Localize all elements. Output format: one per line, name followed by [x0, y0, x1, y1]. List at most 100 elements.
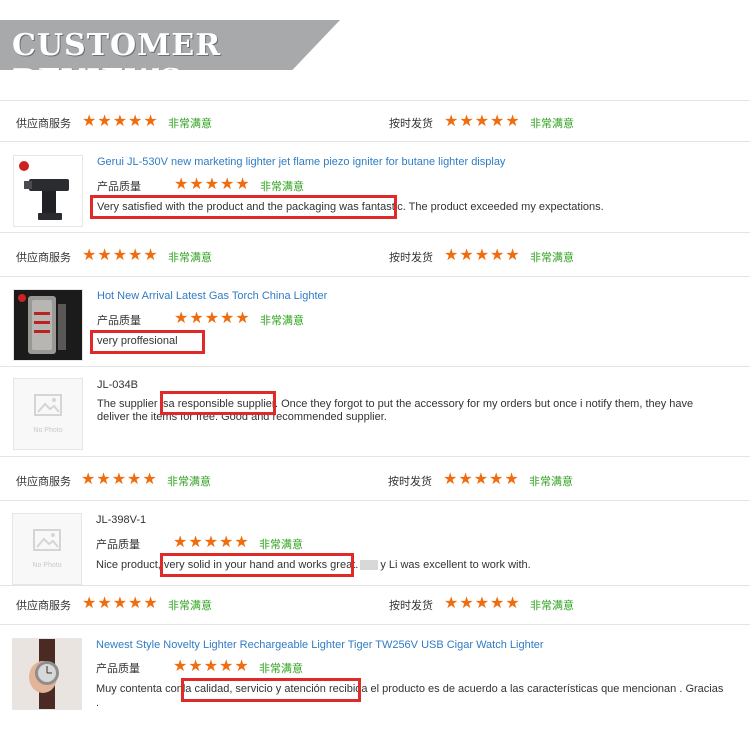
divider	[0, 141, 750, 142]
shipping-rating-stars: ★★★★★	[444, 113, 521, 130]
product-name: JL-034B	[97, 379, 138, 391]
star-icon: ★	[505, 245, 520, 264]
star-icon: ★	[174, 308, 189, 327]
ontime-shipping-label: 按时发货	[389, 252, 433, 264]
satisfaction-label: 非常满意	[167, 476, 211, 488]
star-icon: ★	[489, 469, 504, 488]
torch-lighter-photo[interactable]	[13, 155, 83, 227]
star-icon: ★	[219, 656, 234, 675]
star-icon: ★	[459, 245, 474, 264]
star-icon: ★	[143, 593, 158, 612]
star-icon: ★	[142, 469, 157, 488]
star-icon: ★	[234, 532, 249, 551]
satisfaction-label: 非常满意	[529, 476, 573, 488]
satisfaction-label: 非常满意	[530, 252, 574, 264]
supplier-rating-stars: ★★★★★	[82, 247, 159, 264]
section-banner: CUSTOMER REVIEWS	[0, 20, 340, 70]
star-icon: ★	[111, 469, 127, 488]
star-icon: ★	[188, 532, 203, 551]
star-icon: ★	[189, 174, 204, 193]
product-quality-label: 产品质量	[97, 181, 141, 193]
star-icon: ★	[474, 245, 490, 264]
star-icon: ★	[203, 532, 219, 551]
star-icon: ★	[97, 111, 112, 130]
supplier-rating-stars: ★★★★★	[82, 113, 159, 130]
shipping-rating-stars: ★★★★★	[443, 471, 520, 488]
satisfaction-label: 非常满意	[260, 181, 304, 193]
product-link[interactable]: Newest Style Novelty Lighter Rechargeabl…	[96, 639, 544, 651]
star-icon: ★	[220, 308, 235, 327]
star-icon: ★	[444, 593, 459, 612]
divider	[0, 232, 750, 233]
star-icon: ★	[473, 469, 489, 488]
satisfaction-label: 非常满意	[168, 118, 212, 130]
star-icon: ★	[143, 111, 158, 130]
star-icon: ★	[112, 245, 128, 264]
star-icon: ★	[112, 111, 128, 130]
star-icon: ★	[127, 469, 142, 488]
supplier-service-label: 供应商服务	[16, 252, 71, 264]
star-icon: ★	[234, 656, 249, 675]
watch-lighter-photo[interactable]	[12, 638, 82, 710]
star-icon: ★	[82, 245, 97, 264]
star-icon: ★	[505, 593, 520, 612]
star-icon: ★	[128, 111, 143, 130]
quality-rating-stars: ★★★★★	[174, 176, 251, 193]
supplier-service-label: 供应商服务	[16, 118, 71, 130]
star-icon: ★	[96, 469, 111, 488]
section-title: CUSTOMER REVIEWS	[12, 28, 222, 98]
star-icon: ★	[219, 532, 234, 551]
star-icon: ★	[173, 656, 188, 675]
star-icon: ★	[82, 593, 97, 612]
product-link[interactable]: Gerui JL-530V new marketing lighter jet …	[97, 156, 505, 168]
satisfaction-label: 非常满意	[259, 539, 303, 551]
supplier-rating-stars: ★★★★★	[81, 471, 158, 488]
star-icon: ★	[128, 593, 143, 612]
ontime-shipping-label: 按时发货	[388, 476, 432, 488]
star-icon: ★	[174, 174, 189, 193]
divider	[0, 276, 750, 277]
divider	[0, 100, 750, 101]
supplier-service-label: 供应商服务	[16, 476, 71, 488]
star-icon: ★	[474, 111, 490, 130]
gas-torch-lighter-photo[interactable]	[13, 289, 83, 361]
star-icon: ★	[490, 593, 505, 612]
quality-rating-stars: ★★★★★	[173, 534, 250, 551]
star-icon: ★	[459, 593, 474, 612]
highlight-box	[181, 678, 361, 702]
star-icon: ★	[188, 656, 203, 675]
redacted-name	[360, 560, 379, 571]
star-icon: ★	[235, 174, 250, 193]
star-icon: ★	[97, 245, 112, 264]
satisfaction-label: 非常满意	[168, 252, 212, 264]
satisfaction-label: 非常满意	[259, 663, 303, 675]
supplier-rating-stars: ★★★★★	[82, 595, 159, 612]
highlight-box	[90, 195, 397, 219]
star-icon: ★	[189, 308, 204, 327]
star-icon: ★	[81, 469, 96, 488]
no-photo-icon: No Photo	[12, 513, 82, 585]
star-icon: ★	[143, 245, 158, 264]
star-icon: ★	[204, 308, 220, 327]
star-icon: ★	[444, 111, 459, 130]
divider	[0, 585, 750, 586]
star-icon: ★	[474, 593, 490, 612]
highlight-box	[160, 553, 354, 577]
star-icon: ★	[443, 469, 458, 488]
star-icon: ★	[97, 593, 112, 612]
product-name: JL-398V-1	[96, 514, 147, 526]
shipping-rating-stars: ★★★★★	[444, 247, 521, 264]
no-photo-icon: No Photo	[13, 378, 83, 450]
product-link[interactable]: Hot New Arrival Latest Gas Torch China L…	[97, 290, 327, 302]
product-quality-label: 产品质量	[96, 539, 140, 551]
satisfaction-label: 非常满意	[530, 118, 574, 130]
star-icon: ★	[504, 469, 519, 488]
star-icon: ★	[490, 245, 505, 264]
highlight-box	[160, 391, 276, 415]
star-icon: ★	[173, 532, 188, 551]
divider	[0, 500, 750, 501]
star-icon: ★	[490, 111, 505, 130]
star-icon: ★	[220, 174, 235, 193]
star-icon: ★	[112, 593, 128, 612]
star-icon: ★	[203, 656, 219, 675]
